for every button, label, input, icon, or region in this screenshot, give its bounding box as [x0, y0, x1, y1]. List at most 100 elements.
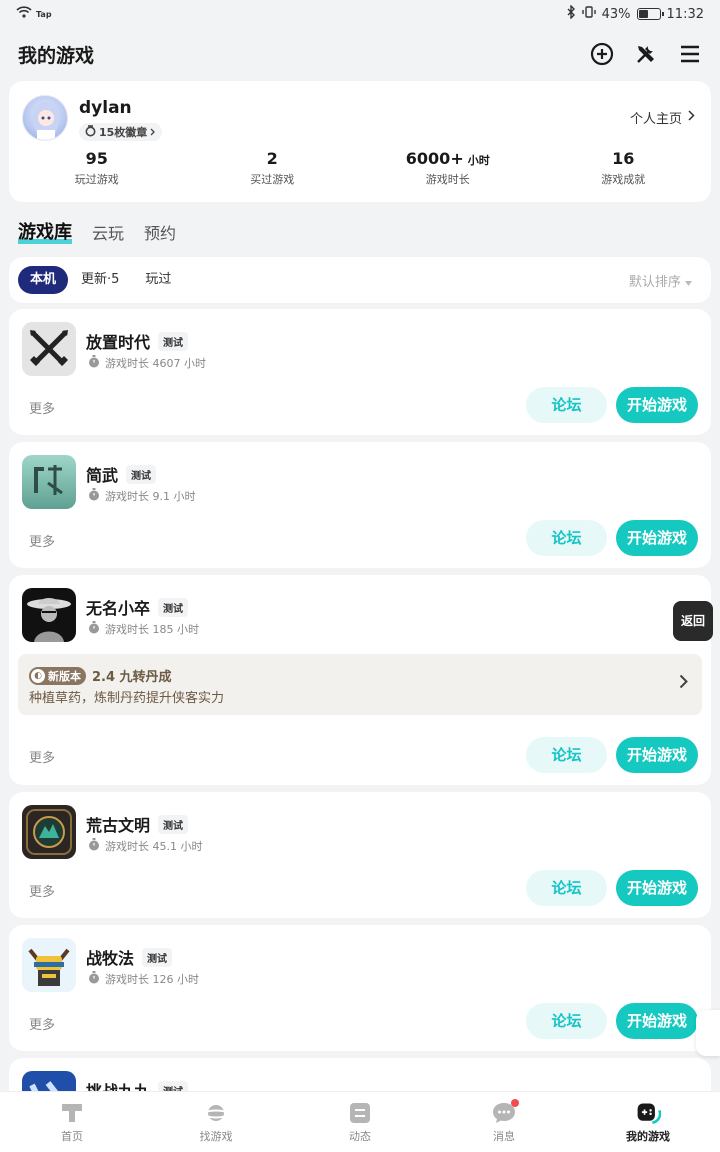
- stat-achievements[interactable]: 16 游戏成就: [536, 149, 712, 187]
- filter-local[interactable]: 本机: [18, 266, 69, 294]
- nav-messages[interactable]: 消息: [432, 1092, 576, 1152]
- stat-label: 玩过游戏: [74, 173, 119, 186]
- forum-button[interactable]: 论坛: [526, 520, 607, 556]
- filter-bar: 本机 更新·5 玩过 默认排序: [9, 257, 711, 303]
- forum-button[interactable]: 论坛: [526, 737, 607, 773]
- carrier-label: Tap: [36, 9, 52, 19]
- start-game-button[interactable]: 开始游戏: [616, 387, 698, 423]
- update-icon: ◐: [31, 668, 45, 683]
- forum-button[interactable]: 论坛: [526, 870, 607, 906]
- badges-count: 15枚徽章: [99, 126, 148, 139]
- more-link[interactable]: 更多: [29, 531, 55, 550]
- forum-button[interactable]: 论坛: [526, 387, 607, 423]
- new-version-tag: ◐ 新版本: [29, 666, 86, 685]
- gamepad-icon: [635, 1101, 661, 1125]
- profile-card: dylan 15枚徽章 个人主页 95 玩过游戏 2 买过游戏 6000+ 小时 …: [9, 81, 711, 202]
- stat-label: 游戏成就: [601, 173, 646, 186]
- vibrate-icon: [581, 5, 596, 23]
- badges-button[interactable]: 15枚徽章: [79, 123, 163, 141]
- avatar[interactable]: [22, 95, 68, 141]
- start-game-button[interactable]: 开始游戏: [616, 737, 698, 773]
- nav-home[interactable]: 首页: [0, 1092, 144, 1152]
- more-link[interactable]: 更多: [29, 1014, 55, 1033]
- stopwatch-icon: [88, 488, 100, 504]
- playtime-label: 游戏时长 45.1 小时: [105, 840, 203, 853]
- profile-stats: 95 玩过游戏 2 买过游戏 6000+ 小时 游戏时长 16 游戏成就: [9, 149, 711, 187]
- notification-dot: [511, 1098, 519, 1107]
- feed-icon: [347, 1101, 373, 1125]
- side-float-tab[interactable]: [696, 1010, 720, 1056]
- test-tag: 测试: [158, 597, 189, 617]
- homepage-link[interactable]: 个人主页: [630, 108, 695, 127]
- nav-my-games[interactable]: 我的游戏: [576, 1092, 720, 1152]
- back-button[interactable]: 返回: [673, 601, 713, 641]
- nav-label: 消息: [493, 1129, 515, 1143]
- stat-value: 95: [85, 149, 108, 168]
- update-title: 2.4 九转丹成: [92, 670, 172, 685]
- test-tag: 测试: [126, 464, 157, 484]
- stat-value: 16: [612, 149, 635, 168]
- tab-cloud-play[interactable]: 云玩: [92, 220, 124, 244]
- game-icon: [22, 805, 76, 859]
- new-version-label: 新版本: [48, 669, 81, 683]
- stat-unit: 小时: [467, 154, 490, 167]
- game-title: 放置时代: [86, 333, 151, 352]
- test-tag: 测试: [142, 947, 173, 967]
- caret-down-icon: [685, 275, 692, 290]
- bottom-nav: 首页 找游戏 动态 消息 我的游戏: [0, 1091, 720, 1152]
- more-link[interactable]: 更多: [29, 398, 55, 417]
- game-title: 荒古文明: [86, 816, 151, 835]
- stat-played[interactable]: 95 玩过游戏: [9, 149, 185, 187]
- stat-bought[interactable]: 2 买过游戏: [185, 149, 361, 187]
- game-card[interactable]: 无名小卒 测试 游戏时长 185 小时 ◐ 新版本 2.4 九转丹成 种植草药，炼制…: [9, 575, 711, 785]
- game-icon: [22, 455, 76, 509]
- nav-discover[interactable]: 找游戏: [144, 1092, 288, 1152]
- start-game-button[interactable]: 开始游戏: [616, 870, 698, 906]
- top-bar: 我的游戏: [0, 34, 720, 74]
- test-tag: 测试: [158, 331, 189, 351]
- stat-value: 6000+: [405, 149, 464, 168]
- battery-icon: [636, 8, 664, 20]
- game-card[interactable]: 简武 测试 游戏时长 9.1 小时 更多 论坛 开始游戏: [9, 442, 711, 568]
- update-banner[interactable]: ◐ 新版本 2.4 九转丹成 种植草药，炼制丹药提升侠客实力: [18, 654, 702, 715]
- chevron-right-icon: [679, 674, 688, 693]
- playtime-label: 游戏时长 4607 小时: [105, 357, 206, 370]
- nav-feed[interactable]: 动态: [288, 1092, 432, 1152]
- test-tag: 测试: [158, 814, 189, 834]
- tab-reserved[interactable]: 预约: [144, 220, 176, 244]
- start-game-button[interactable]: 开始游戏: [616, 520, 698, 556]
- homepage-link-label: 个人主页: [629, 112, 682, 127]
- planet-icon: [203, 1101, 229, 1125]
- start-game-button[interactable]: 开始游戏: [616, 1003, 698, 1039]
- update-description: 种植草药，炼制丹药提升侠客实力: [29, 691, 225, 706]
- add-circle-icon[interactable]: [590, 42, 614, 66]
- playtime-label: 游戏时长 185 小时: [105, 623, 199, 636]
- medal-icon: [85, 124, 96, 140]
- game-icon: [22, 322, 76, 376]
- tab-library[interactable]: 游戏库: [18, 218, 72, 244]
- more-link[interactable]: 更多: [29, 747, 55, 766]
- forum-button[interactable]: 论坛: [526, 1003, 607, 1039]
- battery-percent: 43%: [601, 6, 631, 22]
- filter-played[interactable]: 玩过: [132, 266, 184, 294]
- stat-label: 买过游戏: [250, 173, 295, 186]
- home-icon: [59, 1101, 85, 1125]
- sort-dropdown[interactable]: 默认排序: [629, 271, 692, 290]
- status-bar: Tap 43% 11:32: [0, 0, 720, 28]
- game-card[interactable]: 战牧法 测试 游戏时长 126 小时 更多 论坛 开始游戏: [9, 925, 711, 1051]
- playtime-label: 游戏时长 9.1 小时: [105, 490, 196, 503]
- game-card[interactable]: 荒古文明 测试 游戏时长 45.1 小时 更多 论坛 开始游戏: [9, 792, 711, 918]
- library-tabs: 游戏库 云玩 预约: [18, 218, 176, 244]
- clock: 11:32: [666, 6, 704, 22]
- playtime-label: 游戏时长 126 小时: [105, 973, 199, 986]
- menu-icon[interactable]: [678, 42, 702, 66]
- tools-icon[interactable]: [634, 42, 658, 66]
- stat-playtime[interactable]: 6000+ 小时 游戏时长: [360, 149, 536, 187]
- stopwatch-icon: [88, 621, 100, 637]
- game-card[interactable]: 放置时代 测试 游戏时长 4607 小时 更多 论坛 开始游戏: [9, 309, 711, 435]
- nav-label: 找游戏: [199, 1129, 233, 1143]
- game-title: 战牧法: [86, 949, 135, 968]
- filter-updates[interactable]: 更新·5: [68, 266, 132, 294]
- wifi-icon: [16, 6, 32, 22]
- more-link[interactable]: 更多: [29, 881, 55, 900]
